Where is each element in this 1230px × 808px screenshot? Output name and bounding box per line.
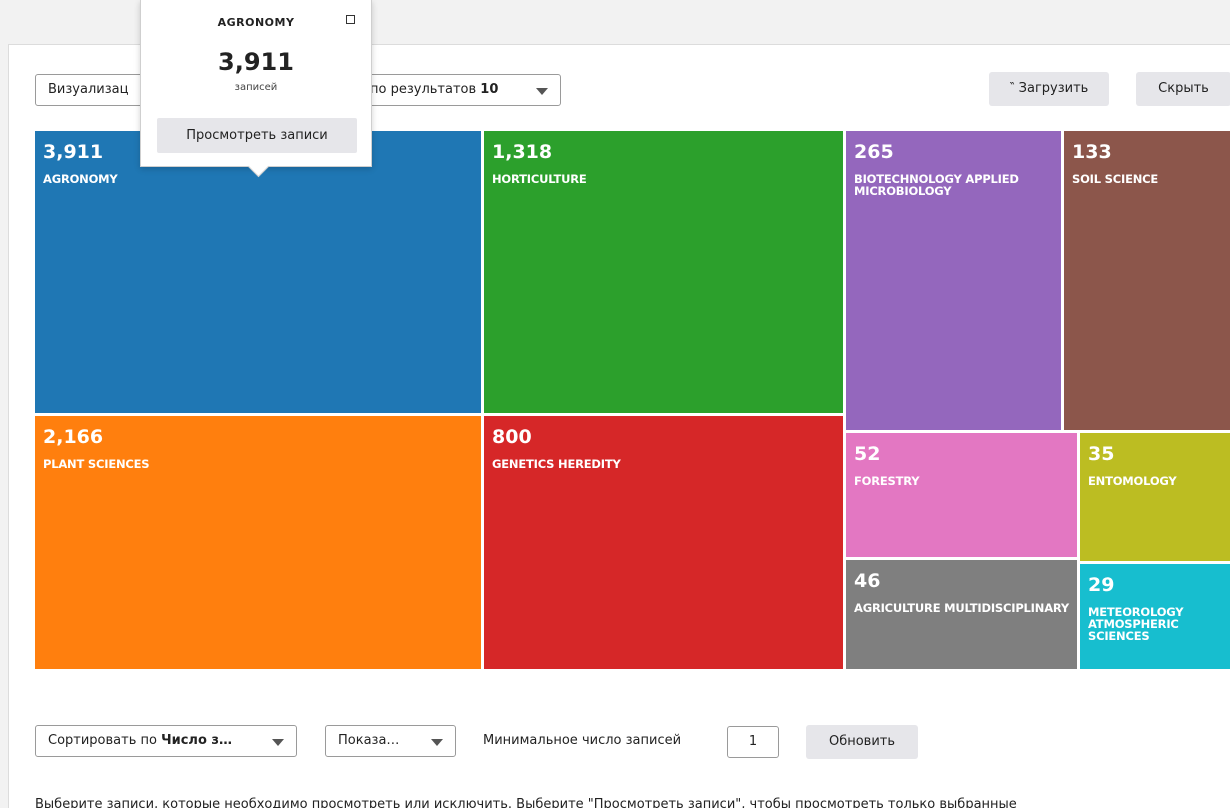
tile-value: 133 — [1072, 141, 1112, 163]
tooltip-count: 3,911 — [218, 48, 294, 76]
treemap-tile-meteorology-atmospheric-sciences[interactable]: 29 METEOROLOGY ATMOSPHERIC SCIENCES — [1080, 564, 1230, 669]
treemap-tile-soil-science[interactable]: 133 SOIL SCIENCE — [1064, 131, 1230, 430]
tooltip-title: AGRONOMY — [217, 16, 295, 29]
hide-label: Скрыть — [1158, 81, 1209, 96]
treemap-tile-horticulture[interactable]: 1,318 HORTICULTURE — [484, 131, 843, 413]
treemap-tile-genetics-heredity[interactable]: 800 GENETICS HEREDITY — [484, 416, 843, 669]
treemap-tile-entomology[interactable]: 35 ENTOMOLOGY — [1080, 433, 1230, 561]
chevron-down-icon — [431, 739, 443, 746]
tile-value: 29 — [1088, 574, 1115, 596]
tile-value: 46 — [854, 570, 881, 592]
tile-label: PLANT SCIENCES — [43, 457, 150, 471]
tooltip-unit: записей — [234, 82, 278, 93]
hide-button[interactable]: Скрыть — [1136, 72, 1230, 106]
tile-value: 265 — [854, 141, 894, 163]
treemap-tile-forestry[interactable]: 52 FORESTRY — [846, 433, 1077, 557]
treemap-tile-plant-sciences[interactable]: 2,166 PLANT SCIENCES — [35, 416, 481, 669]
sort-select[interactable]: Сортировать по Число з… — [35, 725, 297, 757]
instructions-text: Выберите записи, которые необходимо прос… — [35, 797, 1017, 808]
tile-value: 2,166 — [43, 426, 104, 448]
chevron-down-icon — [536, 88, 548, 95]
visualization-select-label: Визуализац — [48, 82, 129, 97]
tile-label: GENETICS HEREDITY — [492, 457, 621, 471]
results-count-prefix: по результатов — [370, 82, 477, 97]
sort-prefix: Сортировать по — [48, 733, 157, 748]
tile-label: FORESTRY — [854, 474, 920, 488]
treemap-chart: 3,911 AGRONOMY 2,166 PLANT SCIENCES 1,318 HOR… — [35, 131, 1230, 669]
tile-label: AGRICULTURE MULTIDISCIPLINARY — [854, 601, 1070, 615]
download-icon: ‶ — [1009, 81, 1015, 96]
chevron-down-icon — [272, 739, 284, 746]
download-button[interactable]: ‶ Загрузить — [989, 72, 1109, 106]
refresh-label: Обновить — [828, 734, 896, 749]
show-select[interactable]: Показа… — [325, 725, 456, 757]
treemap-tooltip: AGRONOMY 3,911 записей Просмотреть запис… — [140, 0, 372, 178]
tile-label: ENTOMOLOGY — [1088, 474, 1177, 488]
tile-value: 52 — [854, 443, 881, 465]
show-label: Показа… — [338, 733, 400, 748]
tile-value: 1,318 — [492, 141, 553, 163]
min-records-input[interactable]: 1 — [727, 726, 779, 758]
refresh-button[interactable]: Обновить — [806, 725, 918, 759]
tile-value: 800 — [492, 426, 532, 448]
sort-value: Число з… — [161, 733, 232, 748]
results-count-text: по результатов 10 — [370, 75, 498, 105]
view-records-button[interactable]: Просмотреть записи — [157, 118, 357, 153]
tile-value: 35 — [1088, 443, 1115, 465]
tile-label: BIOTECHNOLOGY APPLIED MICROBIOLOGY — [854, 172, 1019, 198]
results-count-value: 10 — [480, 82, 499, 97]
tile-label: HORTICULTURE — [492, 172, 587, 186]
maximize-icon[interactable] — [346, 15, 355, 24]
tile-label: SOIL SCIENCE — [1072, 172, 1159, 186]
tile-value: 3,911 — [43, 141, 104, 163]
treemap-tile-biotechnology-applied-microbiology[interactable]: 265 BIOTECHNOLOGY APPLIED MICROBIOLOGY — [846, 131, 1061, 430]
tile-label: METEOROLOGY ATMOSPHERIC SCIENCES — [1088, 605, 1184, 643]
treemap-tile-agriculture-multidisciplinary[interactable]: 46 AGRICULTURE MULTIDISCIPLINARY — [846, 560, 1077, 669]
download-label: Загрузить — [1018, 81, 1089, 96]
min-records-label: Минимальное число записей — [483, 733, 682, 748]
